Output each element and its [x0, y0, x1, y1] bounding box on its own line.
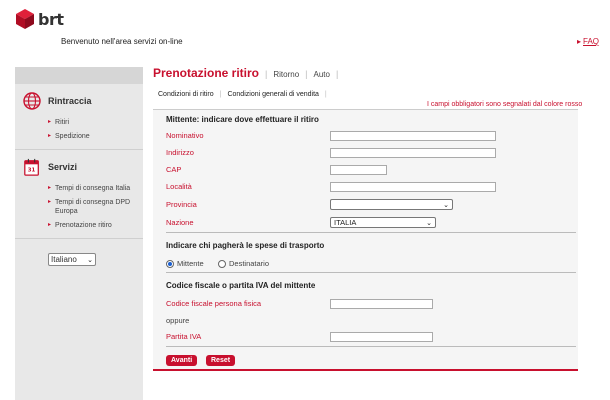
nazione-select[interactable]: ITALIA ⌄ — [330, 217, 436, 228]
chevron-down-icon: ⌄ — [443, 201, 449, 209]
brand-name: brt — [38, 9, 64, 29]
radio-destinatario-dot[interactable] — [218, 259, 226, 268]
main-content: Prenotazione ritiro | Ritorno | Auto | C… — [153, 66, 582, 371]
faq-link[interactable]: ▸ FAQ — [577, 37, 599, 46]
label-indirizzo: Indirizzo — [166, 148, 194, 157]
globe-icon — [23, 92, 41, 110]
provincia-select[interactable]: ⌄ — [330, 199, 453, 210]
indirizzo-input[interactable] — [330, 148, 496, 158]
reset-button[interactable]: Reset — [206, 355, 236, 366]
sidebar-top-bar — [15, 67, 143, 84]
brt-logo[interactable]: brt — [15, 8, 64, 30]
language-select[interactable]: Italiano ⌄ — [48, 253, 96, 266]
sidebar-title-rintraccia: Rintraccia — [48, 96, 92, 106]
subnav: Condizioni di ritiro | Condizioni genera… — [158, 91, 327, 98]
nominativo-input[interactable] — [330, 131, 496, 141]
sidebar-item-tempi-dpd[interactable]: ▸ Tempi di consegna DPD Europa — [15, 198, 143, 216]
link-ritorno[interactable]: Ritorno — [273, 70, 299, 79]
partita-iva-input[interactable] — [330, 332, 433, 342]
link-auto[interactable]: Auto — [314, 70, 330, 79]
svg-text:31: 31 — [28, 168, 36, 174]
required-note: I campi obbligatori sono segnalati dal c… — [427, 101, 583, 108]
sidebar-title-servizi: Servizi — [48, 162, 78, 172]
welcome-text: Benvenuto nell'area servizi on-line — [61, 37, 183, 46]
sidebar-section-rintraccia: Rintraccia ▸ Ritiri ▸ Spedizione — [15, 84, 143, 150]
label-codice-fiscale: Codice fiscale persona fisica — [166, 299, 262, 308]
section-mittente-title: Mittente: indicare dove effettuare il ri… — [166, 115, 319, 124]
radio-destinatario[interactable]: Destinatario — [218, 259, 269, 268]
sidebar-item-tempi-italia[interactable]: ▸ Tempi di consegna Italia — [15, 184, 143, 193]
sidebar-item-prenotazione[interactable]: ▸ Prenotazione ritiro — [15, 221, 143, 230]
oppure-text: oppure — [166, 316, 190, 325]
radio-mittente-dot[interactable] — [166, 259, 174, 268]
label-localita: Località — [166, 182, 192, 191]
brt-cube-icon — [16, 9, 34, 29]
sidebar: Rintraccia ▸ Ritiri ▸ Spedizione 31 Serviz… — [15, 67, 143, 400]
localita-input[interactable] — [330, 182, 496, 192]
label-cap: CAP — [166, 165, 182, 174]
label-nominativo: Nominativo — [166, 131, 204, 140]
tab-condizioni-ritiro[interactable]: Condizioni di ritiro — [158, 91, 214, 98]
label-nazione: Nazione — [166, 218, 194, 227]
sidebar-item-ritiri[interactable]: ▸ Ritiri — [15, 118, 143, 127]
label-provincia: Provincia — [166, 200, 197, 209]
calendar-icon: 31 — [24, 158, 39, 176]
radio-mittente[interactable]: Mittente — [166, 259, 204, 268]
codice-fiscale-input[interactable] — [330, 299, 433, 309]
chevron-down-icon: ⌄ — [426, 219, 432, 227]
label-partita-iva: Partita IVA — [166, 332, 202, 341]
tab-condizioni-vendita[interactable]: Condizioni generali di vendita — [227, 91, 318, 98]
cap-input[interactable] — [330, 165, 387, 175]
section-codice-title: Codice fiscale o partita IVA del mittent… — [166, 281, 316, 290]
sidebar-item-spedizione[interactable]: ▸ Spedizione — [15, 132, 143, 141]
page-title: Prenotazione ritiro — [153, 66, 260, 80]
chevron-down-icon: ⌄ — [87, 256, 93, 264]
form-area: Mittente: indicare dove effettuare il ri… — [153, 109, 578, 371]
avanti-button[interactable]: Avanti — [166, 355, 198, 366]
section-pagamento-title: Indicare chi pagherà le spese di traspor… — [166, 241, 325, 250]
sidebar-section-servizi: 31 Servizi ▸ Tempi di consegna Italia ▸ Te… — [15, 150, 143, 239]
faq-arrow-icon: ▸ — [577, 37, 582, 46]
